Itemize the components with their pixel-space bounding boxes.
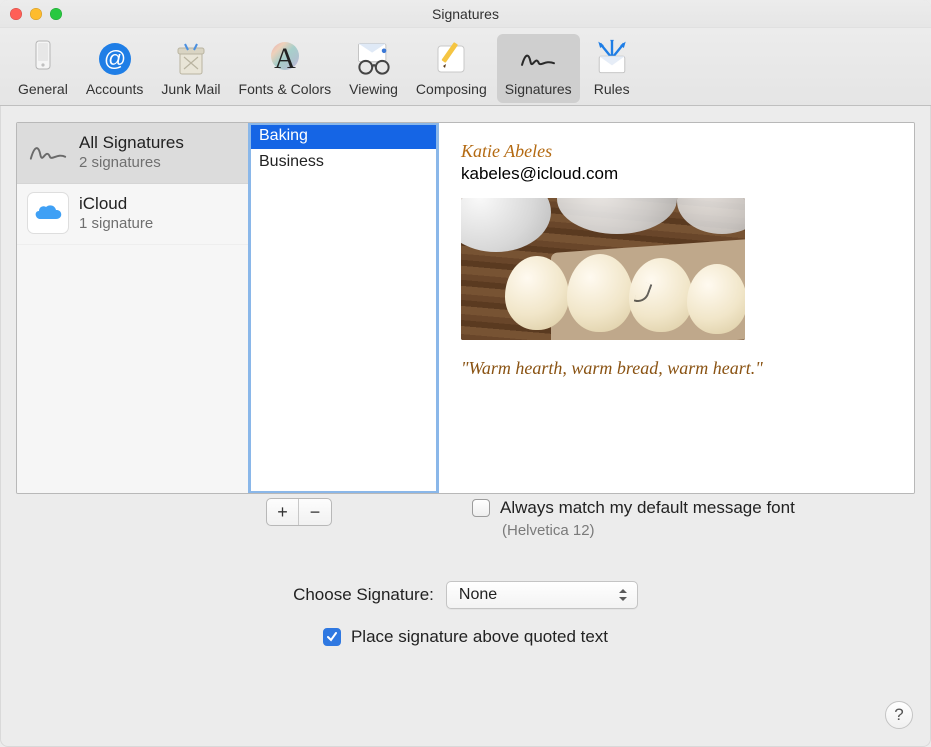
place-signature-above-checkbox[interactable]: Place signature above quoted text bbox=[323, 627, 608, 647]
tab-signatures-label: Signatures bbox=[505, 81, 572, 97]
popup-arrows-icon bbox=[615, 586, 631, 604]
signature-scribble-icon bbox=[27, 131, 69, 173]
preview-image bbox=[461, 198, 745, 340]
help-button[interactable]: ? bbox=[885, 701, 913, 729]
signature-item-baking[interactable]: Baking bbox=[249, 123, 438, 149]
tab-general-label: General bbox=[18, 81, 68, 97]
under-panes-row: + − Always match my default message font… bbox=[16, 498, 915, 539]
tab-rules-label: Rules bbox=[594, 81, 630, 97]
svg-text:A: A bbox=[274, 42, 296, 75]
accounts-list[interactable]: All Signatures 2 signatures iCloud 1 sig… bbox=[17, 123, 249, 493]
account-subtitle: 1 signature bbox=[79, 215, 153, 232]
tab-composing-label: Composing bbox=[416, 81, 487, 97]
choose-signature-label: Choose Signature: bbox=[293, 585, 434, 605]
tab-rules[interactable]: Rules bbox=[582, 34, 642, 103]
tab-signatures[interactable]: Signatures bbox=[497, 34, 580, 103]
tab-accounts-label: Accounts bbox=[86, 81, 144, 97]
account-all-signatures[interactable]: All Signatures 2 signatures bbox=[17, 123, 248, 184]
tab-viewing-label: Viewing bbox=[349, 81, 398, 97]
composing-icon bbox=[430, 38, 472, 80]
fonts-colors-icon: A bbox=[264, 38, 306, 80]
signature-list[interactable]: Baking Business bbox=[249, 123, 438, 493]
tab-junk-mail-label: Junk Mail bbox=[161, 81, 220, 97]
lower-options: Choose Signature: None Place signature a… bbox=[16, 581, 915, 647]
window-title: Signatures bbox=[0, 6, 931, 22]
junk-mail-icon bbox=[170, 38, 212, 80]
preview-name: Katie Abeles bbox=[461, 141, 892, 162]
viewing-icon bbox=[353, 38, 395, 80]
rules-icon bbox=[591, 38, 633, 80]
accounts-icon: @ bbox=[94, 38, 136, 80]
zoom-window-button[interactable] bbox=[50, 8, 62, 20]
icloud-icon bbox=[27, 192, 69, 234]
tab-junk-mail[interactable]: Junk Mail bbox=[153, 34, 228, 103]
traffic-lights bbox=[10, 8, 62, 20]
always-match-font-checkbox[interactable]: Always match my default message font bbox=[472, 498, 795, 518]
match-font-block: Always match my default message font (He… bbox=[472, 498, 795, 539]
preview-quote: "Warm hearth, warm bread, warm heart." bbox=[461, 358, 892, 379]
account-subtitle: 2 signatures bbox=[79, 154, 184, 171]
signatures-panes: All Signatures 2 signatures iCloud 1 sig… bbox=[16, 122, 915, 494]
preferences-window: Signatures General @ Accounts bbox=[0, 0, 931, 747]
account-icloud[interactable]: iCloud 1 signature bbox=[17, 184, 248, 245]
titlebar: Signatures bbox=[0, 0, 931, 28]
tab-viewing[interactable]: Viewing bbox=[341, 34, 406, 103]
add-signature-button[interactable]: + bbox=[267, 499, 299, 525]
signatures-icon bbox=[517, 38, 559, 80]
account-title: iCloud bbox=[79, 194, 153, 214]
tab-fonts-colors[interactable]: A Fonts & Colors bbox=[231, 34, 340, 103]
checkbox-icon bbox=[472, 499, 490, 517]
preferences-toolbar: General @ Accounts Junk Ma bbox=[0, 28, 931, 106]
checkbox-icon bbox=[323, 628, 341, 646]
preview-email: kabeles@icloud.com bbox=[461, 164, 892, 184]
signature-item-business[interactable]: Business bbox=[249, 149, 438, 175]
signature-list-pane: Baking Business bbox=[249, 123, 439, 493]
choose-signature-value: None bbox=[459, 586, 497, 604]
place-signature-label: Place signature above quoted text bbox=[351, 627, 608, 647]
tab-fonts-colors-label: Fonts & Colors bbox=[239, 81, 332, 97]
default-font-caption: (Helvetica 12) bbox=[502, 522, 795, 539]
tab-accounts[interactable]: @ Accounts bbox=[78, 34, 152, 103]
close-window-button[interactable] bbox=[10, 8, 22, 20]
choose-signature-row: Choose Signature: None bbox=[293, 581, 638, 609]
signature-preview[interactable]: Katie Abeles kabeles@icloud.com "Warm he… bbox=[439, 123, 914, 493]
add-remove-group: + − bbox=[266, 498, 332, 526]
tab-composing[interactable]: Composing bbox=[408, 34, 495, 103]
svg-text:@: @ bbox=[103, 46, 125, 71]
remove-signature-button[interactable]: − bbox=[299, 499, 331, 525]
general-icon bbox=[22, 38, 64, 80]
account-title: All Signatures bbox=[79, 133, 184, 153]
always-match-font-label: Always match my default message font bbox=[500, 498, 795, 518]
tab-general[interactable]: General bbox=[10, 34, 76, 103]
content-area: All Signatures 2 signatures iCloud 1 sig… bbox=[0, 106, 931, 747]
choose-signature-popup[interactable]: None bbox=[446, 581, 638, 609]
minimize-window-button[interactable] bbox=[30, 8, 42, 20]
